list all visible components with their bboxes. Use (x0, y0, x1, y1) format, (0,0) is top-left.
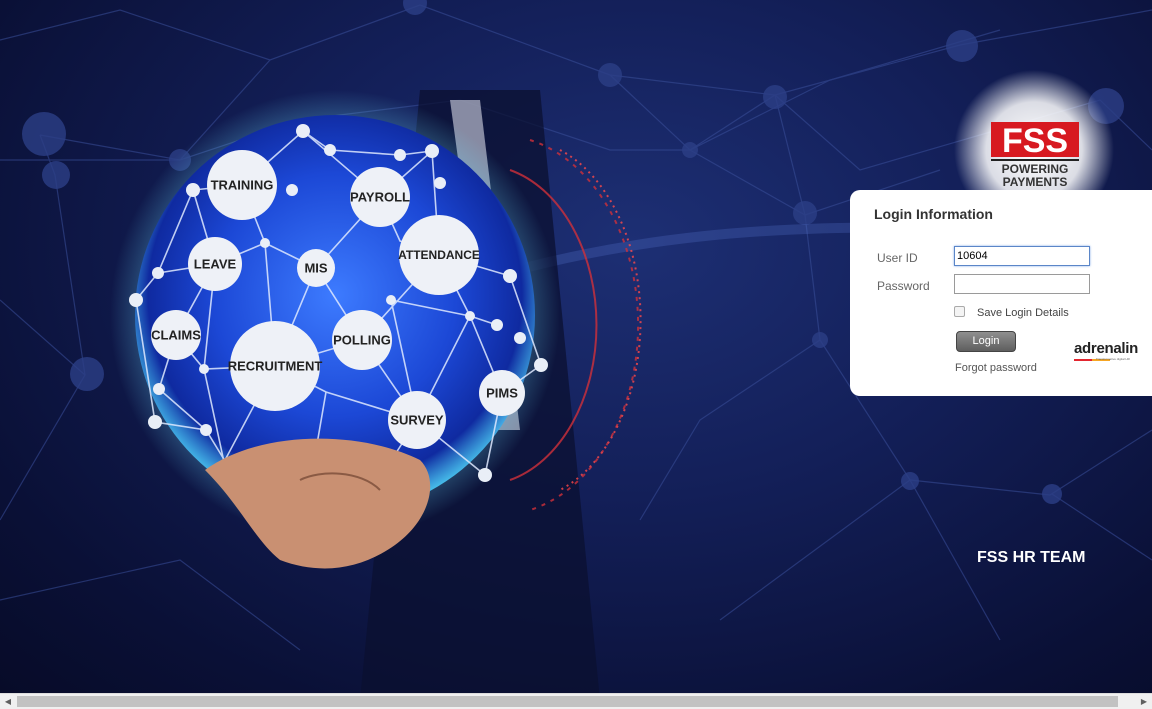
module-label-pims: PIMS (486, 385, 518, 400)
adrenalin-logo-text: adrenalin (1074, 340, 1138, 357)
adrenalin-tagline: Transformative digital HR (1096, 357, 1130, 361)
scroll-right-arrow-icon[interactable]: ▶ (1136, 694, 1152, 709)
save-login-checkbox[interactable] (954, 306, 965, 317)
horizontal-scrollbar[interactable]: ◀ ▶ (0, 693, 1152, 709)
scrollbar-thumb[interactable] (17, 696, 1118, 707)
module-label-mis: MIS (304, 260, 327, 275)
module-label-training: TRAINING (211, 177, 274, 192)
user-id-input[interactable] (954, 246, 1090, 266)
fss-logo-text: FSS (1002, 122, 1068, 160)
module-label-leave: LEAVE (194, 256, 237, 271)
module-label-survey: SURVEY (390, 412, 444, 427)
module-label-claims: CLAIMS (151, 327, 201, 342)
module-label-polling: POLLING (333, 332, 391, 347)
forgot-password-link[interactable]: Forgot password (955, 362, 1037, 374)
module-label-attendance: ATTENDANCE (398, 248, 480, 262)
fss-logo: FSS POWERING PAYMENTS (974, 112, 1094, 192)
password-label: Password (877, 279, 930, 293)
hr-team-caption: FSS HR TEAM (977, 549, 1086, 566)
fss-logo-tagline-1: POWERING (1002, 162, 1069, 176)
password-input[interactable] (954, 274, 1090, 294)
user-id-label: User ID (877, 251, 918, 265)
module-label-payroll: PAYROLL (350, 189, 410, 204)
login-title: Login Information (874, 206, 993, 222)
save-login-label: Save Login Details (977, 307, 1069, 319)
fss-logo-tagline-2: PAYMENTS (1003, 175, 1068, 189)
login-panel: Login Information User ID Password Save … (850, 190, 1152, 396)
scroll-left-arrow-icon[interactable]: ◀ (0, 694, 16, 709)
adrenalin-logo: adrenalin Transformative digital HR (1074, 340, 1146, 366)
module-label-recruitment: RECRUITMENT (228, 358, 323, 373)
login-button[interactable]: Login (956, 331, 1016, 352)
